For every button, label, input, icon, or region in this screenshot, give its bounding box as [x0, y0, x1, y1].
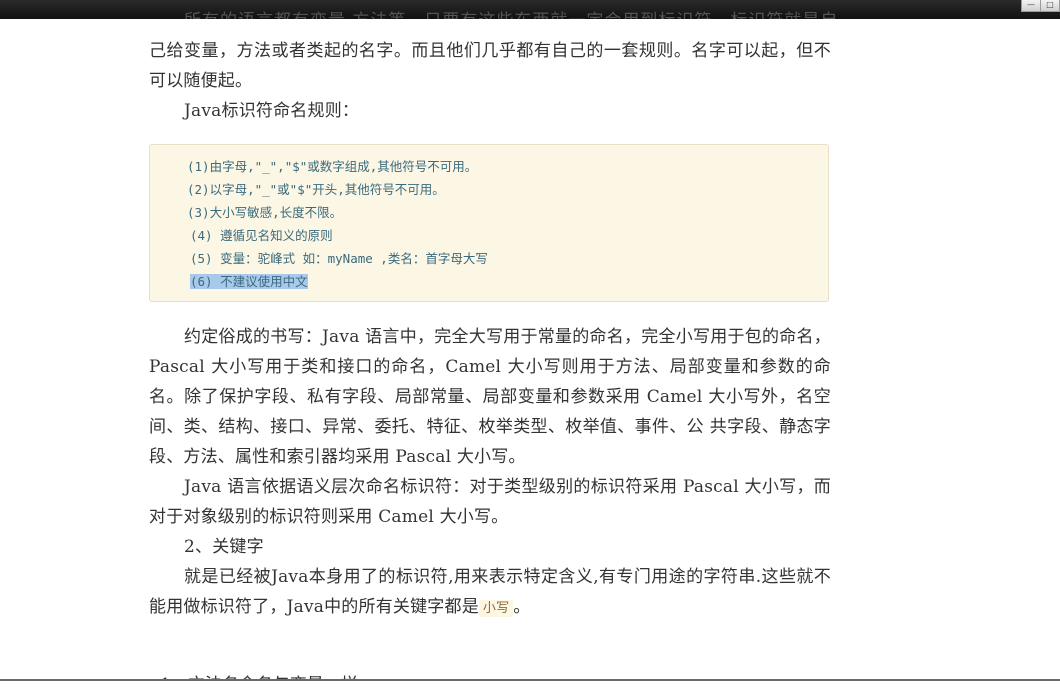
conventions-paragraph: 约定俗成的书写：Java 语言中，完全大写用于常量的命名，完全小写用于包的命名，…	[149, 327, 831, 467]
keywords-text-end: 。	[513, 597, 531, 617]
rule-line-selected: (6) 不建议使用中文	[187, 270, 828, 293]
inline-code-lowercase: 小写	[478, 600, 514, 617]
keywords-heading: 2、关键字	[184, 537, 264, 557]
rules-heading: Java标识符命名规则：	[184, 101, 360, 121]
intro-paragraph: 己给变量，方法或者类起的名字。而且他们几乎都有自己的一套规则。名字可以起，但不可…	[149, 41, 831, 91]
maximize-button[interactable]: □	[1041, 0, 1060, 12]
window-controls: — □	[1021, 0, 1060, 12]
rule-line: (4) 遵循见名知义的原则	[190, 228, 333, 243]
rules-code-block: (1)由字母,"_","$"或数字组成,其他符号不可用。 (2)以字母,"_"或…	[149, 144, 829, 302]
semantic-levels-paragraph: Java 语言依据语义层次命名标识符：对于类型级别的标识符采用 Pascal 大…	[149, 477, 831, 527]
bottom-window-edge	[0, 679, 1060, 687]
keywords-paragraph: 就是已经被Java本身用了的标识符,用来表示特定含义,有专门用途的字符串.这些就…	[149, 562, 831, 624]
article-content: 己给变量，方法或者类起的名字。而且他们几乎都有自己的一套规则。名字可以起，但不可…	[149, 8, 831, 624]
minimize-button[interactable]: —	[1021, 0, 1041, 12]
text-selection[interactable]: (6) 不建议使用中文	[190, 274, 308, 289]
scrolled-text-line: 所有的语言都有变量,方法等，只要有这些东西就一定会用到标识符，标识符就是自	[184, 6, 838, 19]
rule-line: (2)以字母,"_"或"$"开头,其他符号不可用。	[187, 182, 445, 197]
rule-line: (1)由字母,"_","$"或数字组成,其他符号不可用。	[187, 159, 478, 174]
document-page: 所有的语言都有变量,方法等，只要有这些东西就一定会用到标识符，标识符就是自 — …	[0, 0, 1060, 687]
rule-line: (3)大小写敏感,长度不限。	[187, 205, 343, 220]
rule-line: (5) 变量：驼峰式 如：myName ,类名：首字母大写	[190, 251, 488, 266]
window-top-bar: 所有的语言都有变量,方法等，只要有这些东西就一定会用到标识符，标识符就是自	[0, 0, 1060, 19]
